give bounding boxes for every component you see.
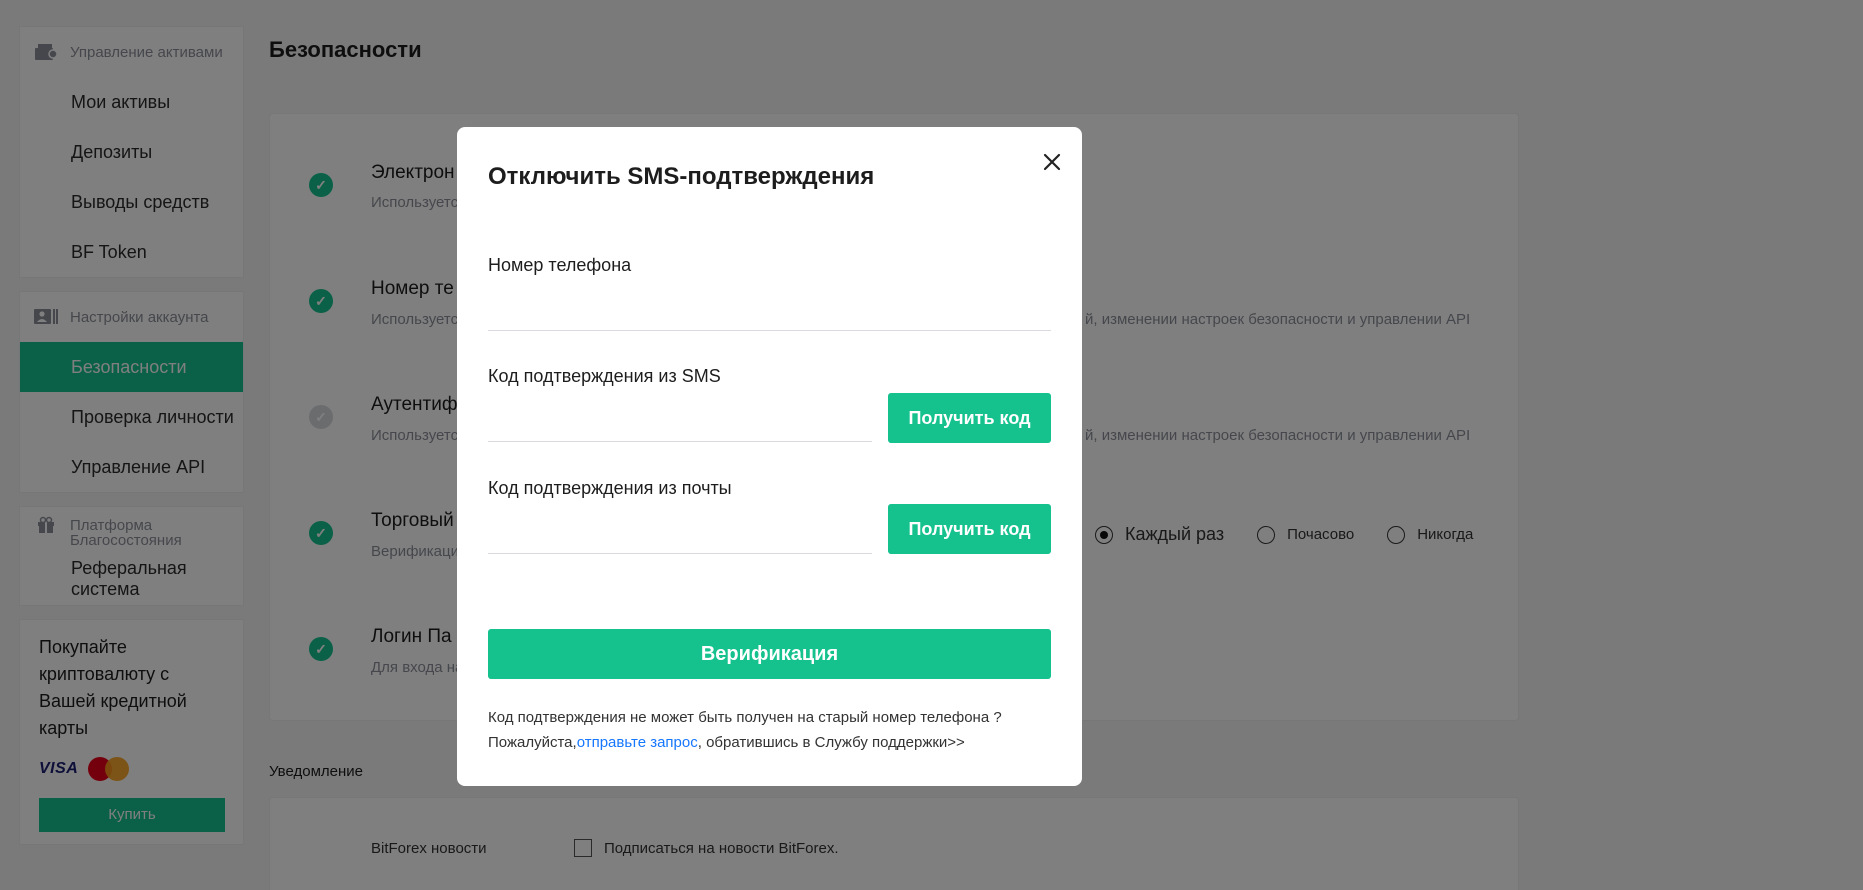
get-email-code-button[interactable]: Получить код <box>888 504 1051 554</box>
phone-label: Номер телефона <box>488 255 632 275</box>
verify-button[interactable]: Верификация <box>488 629 1051 679</box>
email-code-label: Код подтверждения из почты <box>488 478 732 498</box>
close-icon[interactable] <box>1037 147 1067 177</box>
help-prefix: Пожалуйста, <box>488 734 577 751</box>
submit-request-link[interactable]: отправьте запрос <box>577 734 698 751</box>
phone-input[interactable] <box>488 297 1051 331</box>
disable-sms-modal: Отключить SMS-подтверждения Номер телефо… <box>457 127 1082 786</box>
help-line-1: Код подтверждения не может быть получен … <box>488 709 1002 726</box>
help-suffix: , обратившись в Службу поддержки>> <box>697 734 965 751</box>
get-sms-code-button[interactable]: Получить код <box>888 393 1051 443</box>
sms-code-label: Код подтверждения из SMS <box>488 366 721 386</box>
email-code-input[interactable] <box>488 520 872 554</box>
sms-code-input[interactable] <box>488 408 872 442</box>
help-line-2: Пожалуйста,отправьте запрос, обратившись… <box>488 730 1002 755</box>
help-text: Код подтверждения не может быть получен … <box>488 705 1002 755</box>
modal-title: Отключить SMS-подтверждения <box>488 163 875 190</box>
